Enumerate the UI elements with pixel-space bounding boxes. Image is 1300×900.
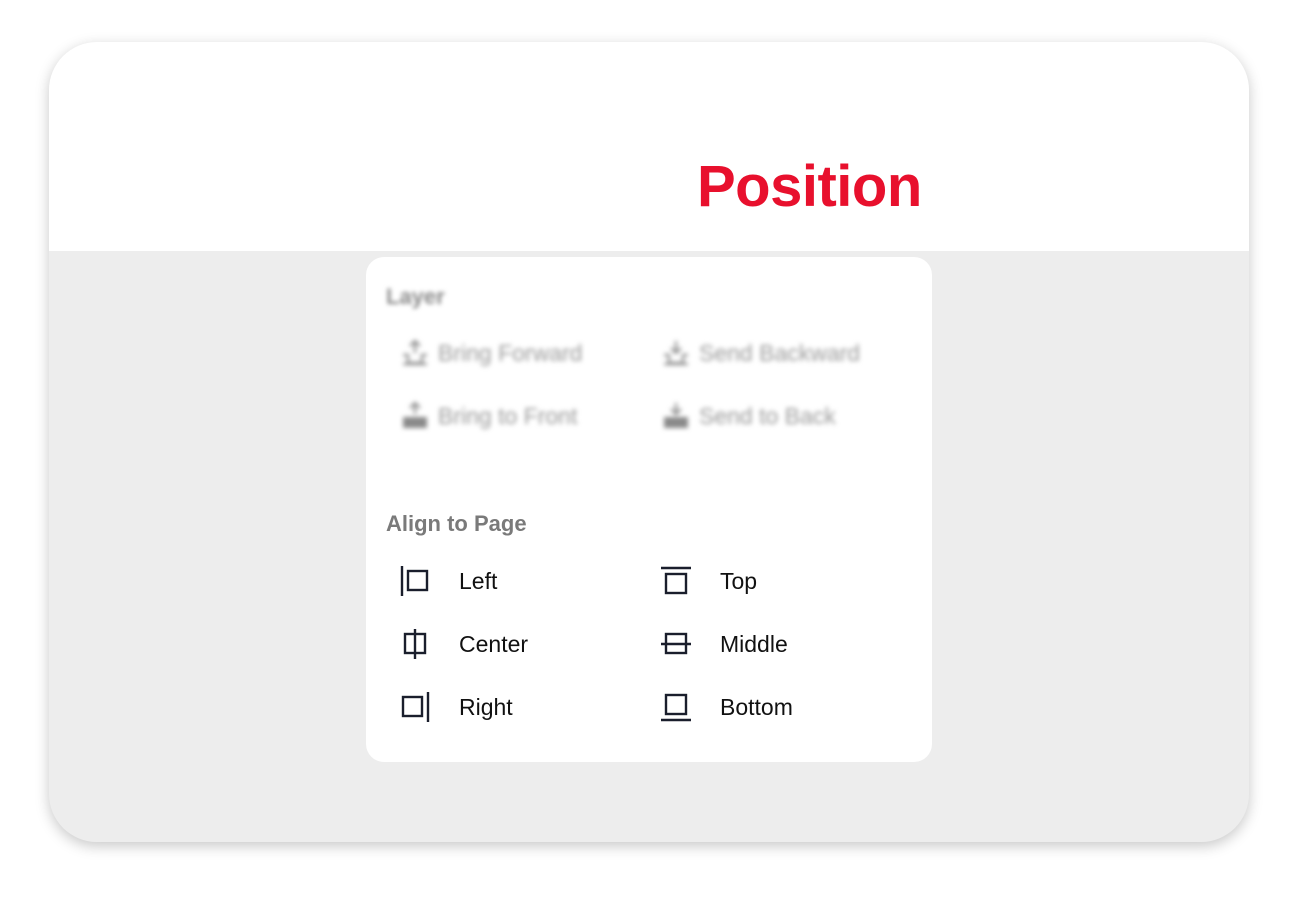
bring-to-front-icon [398, 399, 432, 433]
position-panel: Layer Bring Forward Send Backward Bring … [366, 257, 932, 762]
align-top-label: Top [720, 567, 758, 594]
align-center-button[interactable]: Center [398, 627, 528, 661]
layer-section-label: Layer [386, 284, 445, 309]
align-middle-icon [659, 627, 693, 661]
align-top-icon [659, 564, 693, 598]
page-title: Position [697, 154, 922, 219]
align-top-button[interactable]: Top [659, 564, 757, 598]
send-to-back-label: Send to Back [699, 402, 836, 429]
card-header: Position [49, 42, 1249, 251]
align-right-label: Right [459, 693, 513, 720]
align-middle-label: Middle [720, 630, 788, 657]
align-bottom-icon [659, 690, 693, 724]
send-to-back-icon [659, 399, 693, 433]
align-left-label: Left [459, 567, 498, 594]
bring-forward-icon [398, 336, 432, 370]
align-section-label: Align to Page [386, 511, 527, 536]
bring-forward-label: Bring Forward [438, 339, 583, 366]
align-left-button[interactable]: Left [398, 564, 497, 598]
bring-forward-button[interactable]: Bring Forward [398, 336, 582, 370]
align-middle-button[interactable]: Middle [659, 627, 788, 661]
send-backward-label: Send Backward [699, 339, 861, 366]
align-center-icon [398, 627, 432, 661]
align-bottom-button[interactable]: Bottom [659, 690, 793, 724]
align-right-button[interactable]: Right [398, 690, 513, 724]
align-right-icon [398, 690, 432, 724]
send-backward-icon [659, 336, 693, 370]
send-to-back-button[interactable]: Send to Back [659, 399, 836, 433]
align-bottom-label: Bottom [720, 693, 793, 720]
align-left-icon [398, 564, 432, 598]
slide-card: Position Layer Bring Forward Send Backwa… [49, 42, 1249, 842]
align-center-label: Center [459, 630, 529, 657]
bring-to-front-button[interactable]: Bring to Front [398, 399, 577, 433]
bring-to-front-label: Bring to Front [438, 402, 578, 429]
send-backward-button[interactable]: Send Backward [659, 336, 860, 370]
